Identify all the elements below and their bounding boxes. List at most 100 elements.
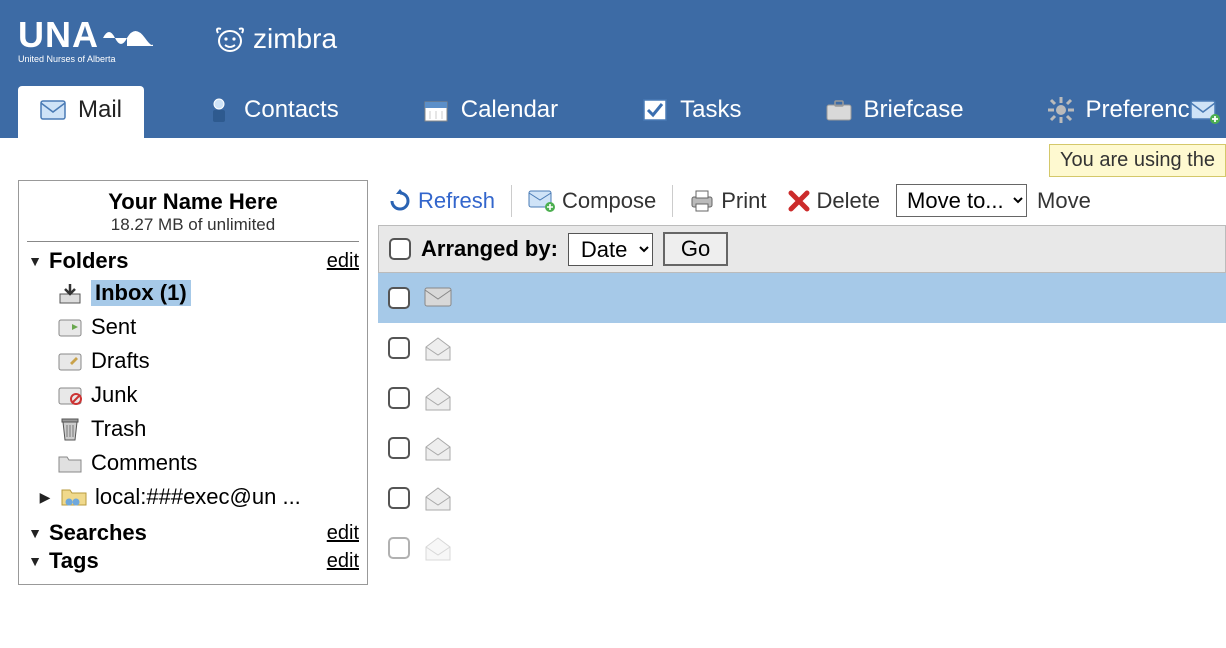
arranged-by-label: Arranged by: <box>421 236 558 262</box>
folder-sent[interactable]: Sent <box>27 310 359 344</box>
gear-icon <box>1048 97 1074 123</box>
una-logo-wave-icon <box>103 24 153 46</box>
folder-comments-label: Comments <box>91 450 197 476</box>
delete-button[interactable]: Delete <box>782 188 886 214</box>
una-logo-text: UNA <box>18 14 99 56</box>
move-action-label[interactable]: Move <box>1037 188 1091 214</box>
contacts-icon <box>206 97 232 123</box>
print-label: Print <box>721 188 766 214</box>
user-name: Your Name Here <box>27 189 359 215</box>
refresh-button[interactable]: Refresh <box>382 188 501 214</box>
junk-icon <box>57 383 83 407</box>
tab-contacts-label: Contacts <box>244 96 339 124</box>
folder-junk[interactable]: Junk <box>27 378 359 412</box>
tab-contacts[interactable]: Contacts <box>184 86 361 138</box>
folders-heading: Folders <box>49 248 128 274</box>
folder-drafts-label: Drafts <box>91 348 150 374</box>
envelope-open-icon <box>424 537 452 559</box>
delete-icon <box>788 190 810 212</box>
folder-inbox[interactable]: Inbox (1) <box>27 276 359 310</box>
compose-shortcut-icon[interactable] <box>1190 100 1220 124</box>
message-row[interactable] <box>378 473 1226 523</box>
folder-trash-label: Trash <box>91 416 146 442</box>
folder-shared-label: local:###exec@un ... <box>95 484 301 510</box>
folder-trash[interactable]: Trash <box>27 412 359 446</box>
message-checkbox[interactable] <box>388 387 410 409</box>
una-logo-subtext: United Nurses of Alberta <box>18 54 153 64</box>
tags-heading: Tags <box>49 548 99 574</box>
folder-junk-label: Junk <box>91 382 137 408</box>
folder-icon <box>57 451 83 475</box>
move-to-select[interactable]: Move to... <box>896 184 1027 217</box>
envelope-closed-icon <box>424 287 452 309</box>
message-row[interactable] <box>378 323 1226 373</box>
zimbra-text: zimbra <box>253 23 337 55</box>
folder-sent-label: Sent <box>91 314 136 340</box>
searches-collapse-icon[interactable]: ▼ <box>27 525 43 541</box>
searches-edit-link[interactable]: edit <box>327 522 359 545</box>
sent-icon <box>57 315 83 339</box>
folders-edit-link[interactable]: edit <box>327 250 359 273</box>
searches-heading: Searches <box>49 520 147 546</box>
calendar-icon <box>423 97 449 123</box>
tasks-icon <box>642 97 668 123</box>
message-row[interactable] <box>378 423 1226 473</box>
tab-briefcase[interactable]: Briefcase <box>804 86 986 138</box>
compose-icon <box>528 190 556 212</box>
envelope-open-icon <box>424 387 452 409</box>
sidebar: Your Name Here 18.27 MB of unlimited ▼ F… <box>18 180 368 585</box>
tab-mail-label: Mail <box>78 96 122 124</box>
message-checkbox[interactable] <box>388 537 410 559</box>
print-icon <box>689 189 715 213</box>
delete-label: Delete <box>816 188 880 214</box>
message-row[interactable] <box>378 373 1226 423</box>
list-header: Arranged by: Date Go <box>378 225 1226 273</box>
toolbar-separator <box>511 185 512 217</box>
message-row[interactable] <box>378 523 1226 573</box>
tab-calendar[interactable]: Calendar <box>401 86 580 138</box>
folder-shared[interactable]: ▶ local:###exec@un ... <box>27 480 359 514</box>
message-checkbox[interactable] <box>388 337 410 359</box>
una-logo: UNA United Nurses of Alberta <box>18 14 153 64</box>
message-row[interactable] <box>378 273 1226 323</box>
shared-folder-icon <box>61 485 87 509</box>
sort-select[interactable]: Date <box>568 233 653 266</box>
compose-button[interactable]: Compose <box>522 188 662 214</box>
tab-tasks-label: Tasks <box>680 96 741 124</box>
tab-tasks[interactable]: Tasks <box>620 86 763 138</box>
zimbra-icon <box>213 24 247 54</box>
refresh-label: Refresh <box>418 188 495 214</box>
folder-inbox-label: Inbox (1) <box>91 280 191 306</box>
tab-calendar-label: Calendar <box>461 96 558 124</box>
notice-banner: You are using the <box>1049 144 1226 177</box>
row-highlight <box>1086 273 1226 323</box>
mail-icon <box>40 97 66 123</box>
shared-expand-icon[interactable]: ▶ <box>37 489 53 506</box>
briefcase-icon <box>826 97 852 123</box>
tab-mail[interactable]: Mail <box>18 86 144 138</box>
inbox-icon <box>57 281 83 305</box>
envelope-open-icon <box>424 487 452 509</box>
folder-comments[interactable]: Comments <box>27 446 359 480</box>
folder-drafts[interactable]: Drafts <box>27 344 359 378</box>
envelope-open-icon <box>424 337 452 359</box>
refresh-icon <box>388 189 412 213</box>
folders-collapse-icon[interactable]: ▼ <box>27 253 43 269</box>
compose-label: Compose <box>562 188 656 214</box>
envelope-open-icon <box>424 437 452 459</box>
tab-briefcase-label: Briefcase <box>864 96 964 124</box>
drafts-icon <box>57 349 83 373</box>
trash-icon <box>57 417 83 441</box>
print-button[interactable]: Print <box>683 188 772 214</box>
message-checkbox[interactable] <box>388 487 410 509</box>
select-all-checkbox[interactable] <box>389 238 411 260</box>
toolbar-separator <box>672 185 673 217</box>
tags-edit-link[interactable]: edit <box>327 550 359 573</box>
go-button[interactable]: Go <box>663 232 728 266</box>
tags-collapse-icon[interactable]: ▼ <box>27 553 43 569</box>
message-checkbox[interactable] <box>388 437 410 459</box>
user-quota: 18.27 MB of unlimited <box>27 215 359 235</box>
message-checkbox[interactable] <box>388 287 410 309</box>
main-panel: Refresh Compose Print Delete <box>378 180 1226 585</box>
zimbra-logo: zimbra <box>213 23 337 55</box>
